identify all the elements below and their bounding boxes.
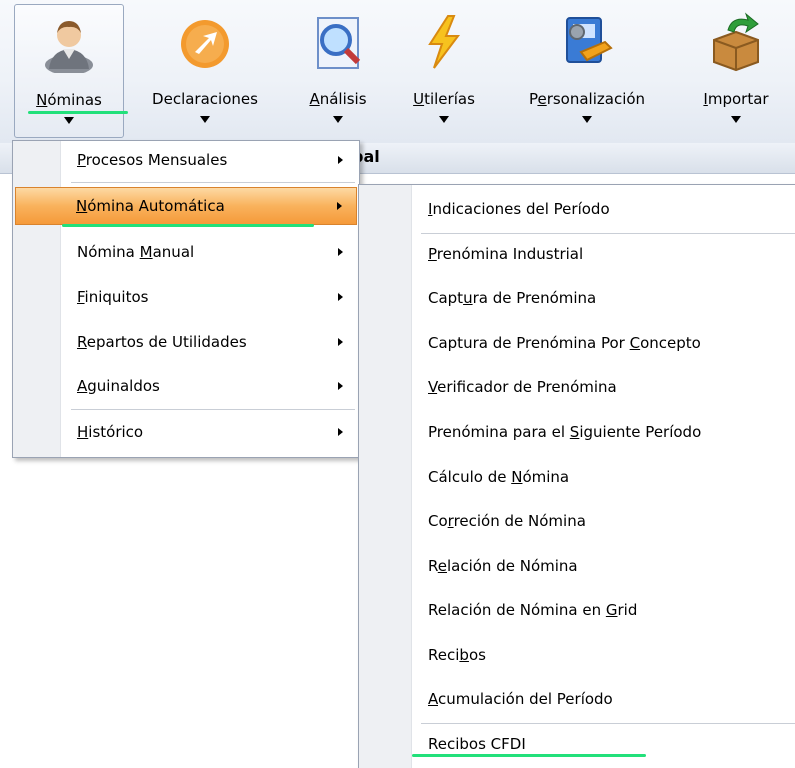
user-icon: [45, 21, 93, 73]
menu-item-label: Captura de Prenómina: [428, 289, 597, 307]
toolbar-analisis-button[interactable]: Análisis: [292, 4, 384, 138]
toolbar-personalizacion-button[interactable]: Personalización: [506, 4, 668, 138]
lightning-icon: [428, 15, 460, 69]
menu-item-label: Recibos CFDI: [428, 735, 526, 753]
dropdown-arrow-icon: [64, 117, 74, 124]
submenu-arrow-icon: [338, 156, 343, 164]
annotation-underline: [412, 754, 646, 757]
menu-item-nomina-manual[interactable]: Nómina Manual: [15, 233, 357, 273]
menu-item-label: Nómina Automática: [76, 197, 225, 215]
arrow-circle-icon: [181, 20, 229, 68]
toolbar-utilerias-button[interactable]: Utilerías: [396, 4, 492, 138]
menu-item-label: Captura de Prenómina Por Concepto: [428, 334, 701, 352]
menu-item-label: Relación de Nómina: [428, 557, 578, 575]
menu-item-recibos-cfdi[interactable]: Recibos CFDI: [361, 725, 794, 765]
menu-item-label: Nómina Manual: [77, 243, 195, 261]
menu-item-procesos-mensuales[interactable]: Procesos Mensuales: [15, 141, 357, 181]
menu-item-label: Histórico: [77, 423, 144, 441]
nomina-automatica-submenu: Indicaciones del Período Prenómina Indus…: [358, 184, 795, 768]
menu-item-label: Cálculo de Nómina: [428, 468, 570, 486]
tools-icon: [566, 17, 613, 63]
menu-item-label: Correción de Nómina: [428, 512, 586, 530]
menu-item-prenomina-siguiente-periodo[interactable]: Prenómina para el Siguiente Período: [361, 413, 794, 453]
main-toolbar: Nóminas Declaraciones Análisis Utilerías: [0, 0, 795, 144]
submenu-arrow-icon: [338, 338, 343, 346]
menu-item-label: Prenómina Industrial: [428, 245, 584, 263]
dropdown-arrow-icon: [439, 116, 449, 123]
dropdown-arrow-icon: [200, 116, 210, 123]
menu-item-aguinaldos[interactable]: Aguinaldos: [15, 367, 357, 407]
menu-item-label: Relación de Nómina en Grid: [428, 601, 638, 619]
menu-item-captura-de-prenomina[interactable]: Captura de Prenómina: [361, 279, 794, 319]
import-box-icon: [713, 12, 759, 72]
menu-item-label: Prenómina para el Siguiente Período: [428, 423, 702, 441]
annotation-underline: [62, 224, 314, 227]
toolbar-declaraciones-button[interactable]: Declaraciones: [130, 4, 280, 138]
dropdown-arrow-icon: [731, 116, 741, 123]
menu-item-historico[interactable]: Histórico: [15, 413, 357, 453]
submenu-arrow-icon: [338, 428, 343, 436]
dropdown-arrow-icon: [582, 116, 592, 123]
toolbar-declaraciones-label: Declaraciones: [152, 90, 258, 108]
menu-item-label: Finiquitos: [77, 288, 149, 306]
menu-separator: [71, 182, 355, 183]
menu-item-nomina-automatica[interactable]: Nómina Automática: [15, 187, 357, 225]
toolbar-importar-button[interactable]: Importar: [684, 4, 788, 138]
menu-item-label: Repartos de Utilidades: [77, 333, 247, 351]
menu-item-label: Procesos Mensuales: [77, 151, 228, 169]
menu-separator: [421, 723, 795, 724]
menu-item-calculo-de-nomina[interactable]: Cálculo de Nómina: [361, 458, 794, 498]
menu-separator: [71, 409, 355, 410]
nominas-dropdown-menu: Procesos Mensuales Nómina Automática Nóm…: [12, 140, 360, 458]
toolbar-nominas-label: Nóminas: [36, 91, 102, 109]
submenu-arrow-icon: [338, 293, 343, 301]
toolbar-analisis-label: Análisis: [309, 90, 367, 108]
annotation-underline: [28, 111, 128, 114]
menu-item-label: Recibos: [428, 646, 486, 664]
toolbar-personalizacion-label: Personalización: [528, 90, 646, 108]
magnifier-document-icon: [317, 17, 361, 69]
menu-item-prenomina-industrial[interactable]: Prenómina Industrial: [361, 235, 794, 275]
menu-item-correcion-de-nomina[interactable]: Correción de Nómina: [361, 502, 794, 542]
menu-item-recibos[interactable]: Recibos: [361, 636, 794, 676]
menu-item-label: Acumulación del Período: [428, 690, 613, 708]
menu-item-indicaciones-del-periodo[interactable]: Indicaciones del Período: [361, 190, 794, 230]
menu-separator: [421, 233, 795, 234]
submenu-arrow-icon: [338, 382, 343, 390]
submenu-arrow-icon: [337, 202, 342, 210]
toolbar-importar-label: Importar: [703, 90, 769, 108]
toolbar-utilerias-label: Utilerías: [413, 90, 475, 108]
menu-item-relacion-de-nomina[interactable]: Relación de Nómina: [361, 547, 794, 587]
submenu-arrow-icon: [338, 248, 343, 256]
toolbar-nominas-button[interactable]: Nóminas: [14, 4, 124, 138]
menu-item-verificador-de-prenomina[interactable]: Verificador de Prenómina: [361, 368, 794, 408]
menu-item-repartos-de-utilidades[interactable]: Repartos de Utilidades: [15, 323, 357, 363]
menu-item-relacion-de-nomina-en-grid[interactable]: Relación de Nómina en Grid: [361, 591, 794, 631]
menu-item-acumulacion-del-periodo[interactable]: Acumulación del Período: [361, 680, 794, 720]
menu-item-captura-por-concepto[interactable]: Captura de Prenómina Por Concepto: [361, 324, 794, 364]
menu-item-label: Verificador de Prenómina: [428, 378, 617, 396]
dropdown-arrow-icon: [333, 116, 343, 123]
menu-item-label: Indicaciones del Período: [428, 200, 610, 218]
menu-item-finiquitos[interactable]: Finiquitos: [15, 278, 357, 318]
menu-item-label: Aguinaldos: [77, 377, 160, 395]
